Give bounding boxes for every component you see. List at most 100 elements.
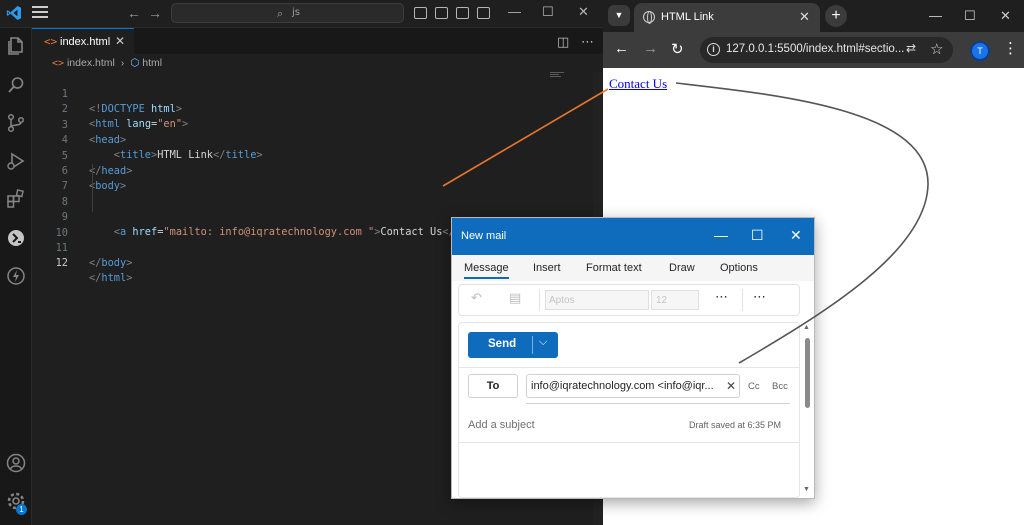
code-line-9: 9 <a href="mailto: info@iqratechnology.c… [32,195,603,238]
toggle-secondary-sidebar-icon[interactable] [456,7,469,19]
more-actions-icon[interactable]: ⋯ [581,34,594,50]
maximize-icon[interactable]: ☐ [964,8,976,24]
forward-icon[interactable]: → [643,40,658,57]
maximize-icon[interactable]: ☐ [751,227,764,244]
code-line-1: 1 <!DOCTYPE html> [32,72,603,115]
explorer-icon[interactable] [5,35,27,57]
browser-toolbar: ← → ↻ i 127.0.0.1:5500/index.html#sectio… [603,32,1024,68]
breadcrumb-file-icon: <> [52,58,65,69]
menu-icon[interactable] [32,6,48,20]
forward-arrow-icon[interactable]: → [148,5,162,21]
editor-tab-bar: <> index.html ✕ [32,28,603,54]
tab-format-text[interactable]: Format text [586,262,642,274]
close-icon[interactable]: ✕ [790,227,802,244]
more-options-icon[interactable]: ⋯ [753,289,766,305]
minimize-icon[interactable]: — [508,4,521,19]
remove-recipient-icon[interactable]: ✕ [726,379,736,393]
tab-options[interactable]: Options [720,262,758,274]
tab-index-html[interactable]: <> index.html ✕ [32,28,134,54]
tab-draw[interactable]: Draw [669,262,695,274]
compose-pane: Send ⌵ To info@iqratechnology.com <info@… [458,322,800,498]
lightning-extension-icon[interactable] [5,265,27,287]
minimap[interactable] [550,72,564,80]
font-size-box[interactable]: 12 [651,290,699,310]
run-debug-icon[interactable] [5,150,27,172]
back-arrow-icon[interactable]: ← [127,5,141,21]
toggle-sidebar-icon[interactable] [414,7,427,19]
code-line-6: 6 <body> [32,149,603,192]
tab-insert[interactable]: Insert [533,262,561,274]
bookmark-star-icon[interactable]: ☆ [930,40,943,58]
source-control-icon[interactable] [5,112,27,134]
mail-scrollbar[interactable] [805,338,810,408]
new-tab-button[interactable]: + [825,5,847,27]
extensions-icon[interactable] [5,188,27,210]
breadcrumb-file[interactable]: index.html [67,57,115,69]
new-mail-window: New mail — ☐ ✕ Message Insert Format tex… [451,217,815,499]
close-window-icon[interactable]: ✕ [1000,8,1011,24]
breadcrumb-element[interactable]: html [142,57,162,69]
breadcrumb-element-icon: ⬡ [130,57,140,69]
close-window-icon[interactable]: ✕ [578,4,589,20]
scroll-down-icon[interactable]: ▼ [803,486,810,493]
reload-icon[interactable]: ↻ [671,40,684,58]
breadcrumb-separator: › [120,57,125,69]
command-center-search[interactable]: ⌕ js [171,3,404,23]
code-line-7: 7 [32,164,603,192]
html-file-icon: <> [44,35,58,48]
minimize-icon[interactable]: — [714,227,728,243]
font-name-box[interactable]: Aptos [545,290,649,310]
search-activity-icon[interactable] [5,74,27,96]
customize-layout-icon[interactable] [477,7,490,19]
cc-button[interactable]: Cc [748,381,760,392]
toggle-panel-icon[interactable] [435,7,448,19]
ribbon-divider [539,289,540,311]
split-editor-icon[interactable]: ◫ [557,34,569,50]
mail-titlebar: New mail — ☐ ✕ [452,218,814,255]
undo-icon[interactable]: ↶ [471,290,482,306]
ribbon-toolbar: ↶ ▤ Aptos 12 ⋯ ⋯ [458,284,800,316]
vscode-logo-icon [6,6,21,20]
chevron-down-icon[interactable]: ⌵ [539,336,547,349]
translate-icon[interactable]: ⇄ [906,41,916,55]
subject-input[interactable]: Add a subject [468,419,535,431]
bcc-button[interactable]: Bcc [772,381,788,392]
more-options-icon[interactable]: ⋯ [715,289,728,305]
paste-icon[interactable]: ▤ [509,290,521,306]
divider [459,442,799,443]
contact-us-link[interactable]: Contact Us [609,76,667,92]
indent-guide [92,164,93,212]
browser-tab-bar: ▼ HTML Link ✕ + — ☐ ✕ [603,0,1024,32]
close-tab-icon[interactable]: ✕ [799,9,810,25]
browser-tab[interactable]: HTML Link ✕ [634,3,820,32]
minimize-icon[interactable]: — [929,8,942,23]
mail-window-title: New mail [461,230,507,242]
tab-search-chevron-icon[interactable]: ▼ [608,5,630,26]
breadcrumb: <> index.html › ⬡ html [52,57,162,71]
site-info-icon[interactable]: i [707,43,720,56]
address-bar[interactable]: i 127.0.0.1:5500/index.html#sectio... ⇄ … [700,37,953,63]
ribbon-tabs: Message Insert Format text Draw Options [452,255,814,281]
accounts-icon[interactable] [5,452,27,474]
globe-icon [643,11,655,24]
url-text: 127.0.0.1:5500/index.html#sectio... [726,43,905,55]
settings-update-badge: 1 [16,504,27,515]
remote-explorer-icon[interactable] [5,227,27,249]
browser-menu-icon[interactable]: ⋮ [1003,39,1018,57]
scroll-up-icon[interactable]: ▲ [803,324,810,331]
search-icon: ⌕ [277,7,284,20]
close-tab-icon[interactable]: ✕ [115,34,125,48]
tab-message[interactable]: Message [464,262,509,279]
profile-avatar[interactable]: T [970,41,990,61]
back-icon[interactable]: ← [614,40,629,57]
code-line-3: 3 <head> [32,103,603,146]
to-button[interactable]: To [468,374,518,398]
send-button[interactable]: Send ⌵ [468,332,558,358]
draft-status: Draft saved at 6:35 PM [689,420,782,430]
code-line-2: 2 <html lang="en"> [32,87,603,130]
maximize-icon[interactable]: ☐ [542,4,554,20]
recipient-chip[interactable]: info@iqratechnology.com <info@iqr... [531,380,714,392]
send-label: Send [488,338,517,350]
code-line-4: 4 <title>HTML Link</title> [32,118,603,161]
to-recipient-field[interactable]: info@iqratechnology.com <info@iqr... ✕ [526,374,740,398]
